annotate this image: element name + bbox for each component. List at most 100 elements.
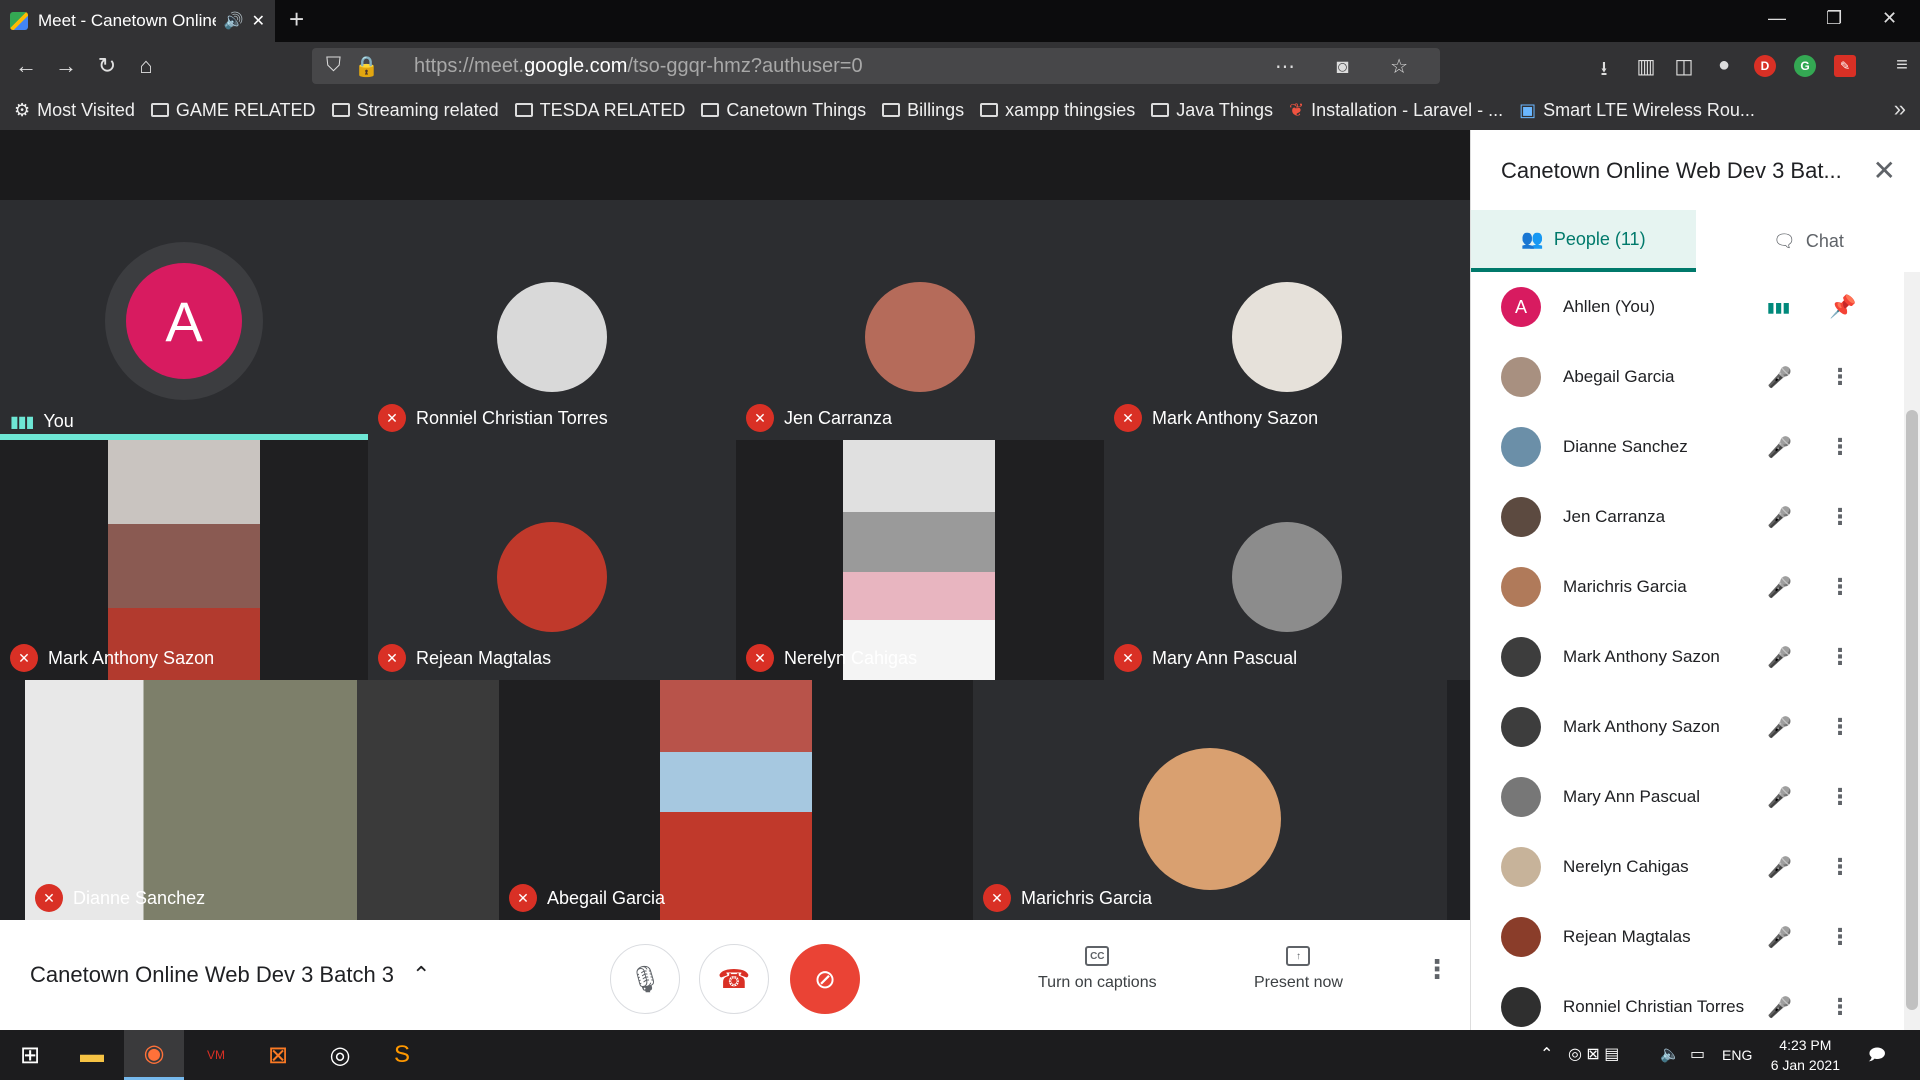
more-options-icon[interactable]: ⋮ [1829,574,1851,600]
participant-list-item[interactable]: Mary Ann Pascual 🎤 ⋮ [1471,762,1901,832]
more-options-icon[interactable]: ⋮ [1829,994,1851,1020]
network-icon[interactable]: ▭ [1690,1044,1705,1064]
more-options-icon[interactable]: ⋮ [1829,714,1851,740]
participant-tile[interactable]: ✕ Rejean Magtalas [368,440,736,680]
participant-tile[interactable]: ✕ Mary Ann Pascual [1104,440,1470,680]
extension-pen-icon[interactable]: ✎ [1834,55,1856,77]
tray-apps-icon[interactable]: ◎ ⊠ ▤ [1568,1044,1619,1064]
bookmark-folder[interactable]: Billings [882,100,964,121]
reload-icon[interactable]: ↻ [93,52,121,80]
obs-icon[interactable]: ◎ [310,1030,370,1080]
speaker-icon[interactable]: 🔊 [224,11,244,31]
bookmark-router[interactable]: ▣ Smart LTE Wireless Rou... [1519,100,1755,121]
participant-tile-you[interactable]: A ▮▮▮ You [0,200,368,440]
grammarly-icon[interactable]: G [1794,55,1816,77]
participant-tile[interactable]: ✕ Marichris Garcia [973,680,1447,920]
clock[interactable]: 4:23 PM 6 Jan 2021 [1771,1035,1840,1075]
shield-icon[interactable]: ⛉ [326,54,341,77]
more-options-icon[interactable]: ⋮ [1829,644,1851,670]
home-icon[interactable]: ⌂ [132,52,160,80]
browser-tab[interactable]: Meet - Canetown Online Web Dev 3 Batch 3… [0,0,275,42]
participant-tile[interactable]: ✕ Mark Anthony Sazon [1104,200,1470,440]
close-panel-icon[interactable]: ✕ [1873,154,1896,187]
avatar [865,282,975,392]
participant-tile[interactable]: ✕ Ronniel Christian Torres [368,200,736,440]
mic-off-icon: 🎤 [1767,996,1792,1019]
scrollbar-thumb[interactable] [1906,410,1918,1010]
bookmark-most-visited[interactable]: ⚙ Most Visited [14,100,135,121]
new-tab-button[interactable]: + [289,4,304,35]
captions-button[interactable]: CC Turn on captions [1038,946,1157,992]
participant-tile[interactable]: ✕ Jen Carranza [736,200,1104,440]
forward-icon[interactable]: → [52,52,80,80]
url-actions[interactable]: ⋯ ◙ ☆ [1275,54,1426,79]
avatar [1232,522,1342,632]
mic-icon: 🎙 [628,963,662,994]
back-icon[interactable]: ← [12,52,40,80]
participant-tile[interactable]: ✕ Dianne Sanchez [25,680,499,920]
participant-list-item[interactable]: Nerelyn Cahigas 🎤 ⋮ [1471,832,1901,902]
participant-tile[interactable]: ✕ Mark Anthony Sazon [0,440,368,680]
bookmark-folder[interactable]: xampp thingsies [980,100,1135,121]
participant-list-item[interactable]: Abegail Garcia 🎤 ⋮ [1471,342,1901,412]
more-options-icon[interactable]: ⋮ [1829,784,1851,810]
sublime-icon[interactable]: S [372,1030,432,1080]
participant-list-item[interactable]: Mark Anthony Sazon 🎤 ⋮ [1471,692,1901,762]
participant-name: Jen Carranza [1563,507,1666,526]
notifications-icon[interactable]: 🗩 [1868,1044,1886,1071]
pin-icon[interactable]: 📌 [1829,294,1856,320]
restore-icon[interactable]: ❐ [1826,8,1842,29]
bookmark-folder[interactable]: Canetown Things [701,100,866,121]
participant-list-item[interactable]: Mark Anthony Sazon 🎤 ⋮ [1471,622,1901,692]
downloads-icon[interactable]: ⭳ [1592,54,1616,80]
lock-icon[interactable]: 🔒 [354,54,379,79]
participant-name: Abegail Garcia [1563,367,1675,386]
tab-people[interactable]: 👥 People (11) [1471,210,1696,272]
tray-chevron-icon[interactable]: ⌃ [1540,1044,1553,1064]
participant-name: Rejean Magtalas [416,647,552,668]
tab-chat[interactable]: 🗨 Chat [1696,210,1920,272]
more-options-icon[interactable]: ⋮ [1829,434,1851,460]
file-explorer-icon[interactable]: ▬ [62,1030,122,1080]
participant-list-item[interactable]: Marichris Garcia 🎤 ⋮ [1471,552,1901,622]
sidebar-icon[interactable]: ◫ [1672,54,1696,78]
volume-icon[interactable]: 🔈 [1660,1044,1680,1064]
more-options-icon[interactable]: ⋮ [1829,504,1851,530]
close-window-icon[interactable]: ✕ [1882,8,1897,29]
participant-list-item[interactable]: Rejean Magtalas 🎤 ⋮ [1471,902,1901,972]
more-options-icon[interactable]: ⋮ [1424,954,1450,985]
minimize-icon[interactable]: — [1768,8,1786,29]
bookmark-laravel[interactable]: ❦ Installation - Laravel - ... [1289,100,1503,121]
present-now-button[interactable]: ↑ Present now [1254,946,1343,992]
bookmark-folder[interactable]: Streaming related [331,100,499,121]
participant-list-item[interactable]: Dianne Sanchez 🎤 ⋮ [1471,412,1901,482]
browser-tab-bar: Meet - Canetown Online Web Dev 3 Batch 3… [0,0,1920,42]
language-indicator[interactable]: ENG [1722,1047,1752,1063]
address-bar[interactable]: ⛉ 🔒 https://meet.google.com/tso-ggqr-hmz… [312,48,1440,84]
account-icon[interactable]: ● [1712,54,1736,78]
leave-call-button[interactable]: ☎ [699,944,769,1014]
bookmark-folder[interactable]: GAME RELATED [150,100,316,121]
more-options-icon[interactable]: ⋮ [1829,924,1851,950]
more-options-icon[interactable]: ⋮ [1829,364,1851,390]
meeting-details-button[interactable]: Canetown Online Web Dev 3 Batch 3 ⌃ [30,962,430,988]
start-icon[interactable]: ⊞ [0,1030,60,1080]
microphone-button[interactable]: 🎙 [610,944,680,1014]
menu-icon[interactable]: ≡ [1890,54,1914,78]
camera-toggle-button[interactable]: ⊘ [790,944,860,1014]
extension-d-icon[interactable]: D [1754,55,1776,77]
close-tab-icon[interactable]: ✕ [252,11,265,31]
participant-tile[interactable]: ✕ Nerelyn Cahigas [736,440,1104,680]
participant-list-item[interactable]: A Ahllen (You) ▮▮▮ 📌 [1471,272,1901,342]
xampp-icon[interactable]: ⊠ [248,1030,308,1080]
bookmark-folder[interactable]: Java Things [1151,100,1273,121]
avatar [1501,917,1541,957]
participant-tile[interactable]: ✕ Abegail Garcia [499,680,973,920]
firefox-icon[interactable]: ◉ [124,1030,184,1080]
bookmark-folder[interactable]: TESDA RELATED [514,100,685,121]
library-icon[interactable]: ▥ [1634,54,1658,78]
participant-list-item[interactable]: Jen Carranza 🎤 ⋮ [1471,482,1901,552]
more-options-icon[interactable]: ⋮ [1829,854,1851,880]
voicemeeter-icon[interactable]: VM [186,1030,246,1080]
more-bookmarks-icon[interactable]: » [1894,96,1906,122]
